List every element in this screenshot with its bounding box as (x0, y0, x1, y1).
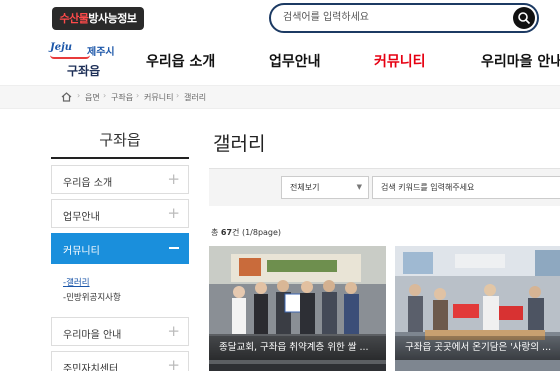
top-bar: 수산물방사능정보 검색어를 입력하세요 (0, 0, 560, 38)
submenu-item-civil-defense[interactable]: -민방위공지사항 (63, 291, 121, 303)
nav-item-community[interactable]: 커뮤니티 (374, 51, 426, 71)
search-filter-bar: 전체보기 ▼ 검색 키워드를 입력해주세요 (209, 168, 560, 206)
nav-item-work[interactable]: 업무안내 (269, 51, 321, 71)
breadcrumb-separator: › (77, 91, 81, 100)
logo[interactable]: Jeju 제주시 구좌읍 (50, 42, 120, 78)
sidebar-submenu: -갤러리 -민방위공지사항 (51, 267, 189, 313)
logo-swoosh (50, 55, 90, 59)
sidebar-title: 구좌읍 (99, 131, 141, 149)
submenu-label: 갤러리 (66, 278, 90, 288)
submenu-item-gallery[interactable]: -갤러리 (63, 276, 90, 288)
breadcrumb: › 읍면 › 구좌읍 › 커뮤니티 › 갤러리 (0, 85, 560, 109)
gallery-caption: 구좌읍 곳곳에서 온기담은 '사랑의 ... (395, 336, 560, 360)
sidebar-item-label: 커뮤니티 (63, 246, 100, 257)
sidebar-item-resident-center[interactable]: 주민자치센터 + (51, 351, 189, 371)
logo-jeju: Jeju (50, 42, 72, 53)
search-icon (518, 12, 531, 25)
badge-text: 방사능정보 (88, 12, 137, 25)
sidebar-item-village[interactable]: 우리마을 안내 + (51, 317, 189, 346)
count-prefix: 총 (211, 228, 221, 237)
search-input[interactable]: 검색어를 입력하세요 (283, 5, 369, 31)
sidebar-item-label: 우리마을 안내 (63, 330, 122, 341)
sidebar-item-label: 주민자치센터 (63, 364, 119, 371)
category-select-value: 전체보기 (290, 183, 320, 192)
breadcrumb-item[interactable]: 커뮤니티 (144, 92, 173, 103)
category-select[interactable]: 전체보기 ▼ (281, 176, 369, 199)
plus-icon: + (167, 356, 180, 371)
sidebar-item-label: 우리읍 소개 (63, 178, 113, 189)
sidebar-item-label: 업무안내 (63, 212, 100, 223)
nav-item-village[interactable]: 우리마을 안내 (481, 51, 560, 71)
breadcrumb-current: 갤러리 (184, 93, 207, 102)
sidebar-divider (51, 157, 189, 159)
home-icon[interactable] (61, 92, 72, 102)
submenu-label: 민방위공지사항 (66, 293, 121, 303)
breadcrumb-separator: › (103, 91, 107, 100)
gallery-caption: 종달교회, 구좌읍 취약계층 위한 쌀 ... (209, 336, 386, 360)
count-suffix: 건 (1/8page) (232, 228, 282, 237)
breadcrumb-item[interactable]: 읍면 (85, 92, 100, 103)
page-title: 갤러리 (213, 133, 266, 155)
plus-icon: + (167, 322, 180, 340)
keyword-input[interactable]: 검색 키워드를 입력해주세요 (372, 176, 560, 199)
chevron-down-icon: ▼ (356, 183, 362, 191)
gallery-card[interactable]: 구좌읍 곳곳에서 온기담은 '사랑의 ... (395, 246, 560, 371)
logo-town: 구좌읍 (67, 64, 101, 78)
sidebar-item-community[interactable]: 커뮤니티 (51, 233, 189, 264)
breadcrumb-separator: › (136, 91, 140, 100)
sidebar-item-work[interactable]: 업무안내 + (51, 199, 189, 228)
minus-icon (169, 247, 179, 249)
sidebar-item-about[interactable]: 우리읍 소개 + (51, 165, 189, 194)
plus-icon: + (167, 204, 180, 222)
main-nav: Jeju 제주시 구좌읍 우리읍 소개 업무안내 커뮤니티 우리마을 안내 (0, 38, 560, 84)
count-number: 67 (220, 228, 233, 237)
search-box: 검색어를 입력하세요 (269, 3, 539, 33)
search-button[interactable] (513, 7, 535, 29)
breadcrumb-item[interactable]: 구좌읍 (111, 92, 133, 103)
radiation-info-badge[interactable]: 수산물방사능정보 (52, 7, 144, 30)
badge-accent-text: 수산물 (59, 12, 89, 25)
result-count: 총 67건 (1/8page) (211, 227, 281, 238)
plus-icon: + (167, 170, 180, 188)
breadcrumb-separator: › (176, 91, 180, 100)
logo-city: 제주시 (87, 47, 115, 58)
nav-item-about[interactable]: 우리읍 소개 (146, 51, 215, 71)
gallery-card[interactable]: 종달교회, 구좌읍 취약계층 위한 쌀 ... (209, 246, 386, 371)
